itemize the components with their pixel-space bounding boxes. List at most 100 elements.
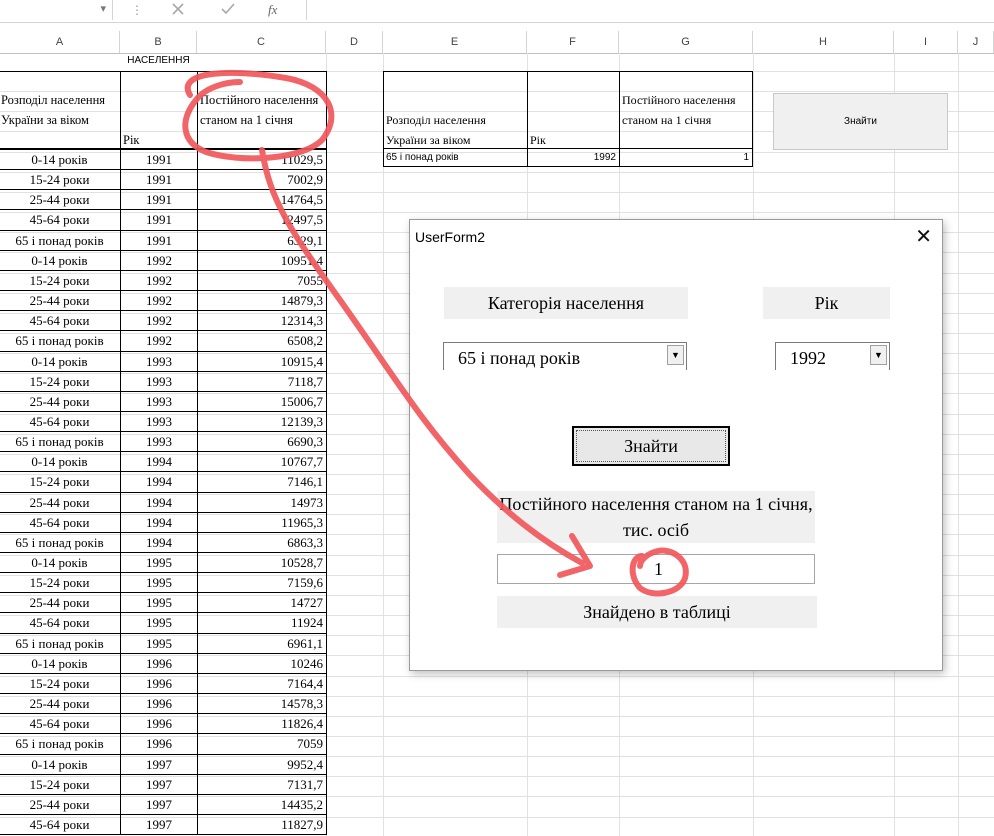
dropdown-arrow-icon[interactable]: ▼ bbox=[667, 345, 684, 365]
category-combobox[interactable]: 65 і понад років ▼ bbox=[443, 342, 687, 370]
cell-category[interactable]: 15-24 роки bbox=[0, 371, 121, 392]
cell-category[interactable]: 65 і понад років bbox=[0, 532, 121, 553]
cell-year[interactable]: 1995 bbox=[120, 612, 198, 634]
cell-value[interactable]: 12497,5 bbox=[197, 209, 327, 231]
cell-category[interactable]: 25-44 роки bbox=[0, 693, 121, 714]
cell-value[interactable]: 11965,3 bbox=[197, 512, 327, 533]
cell-value[interactable]: 7059 bbox=[197, 733, 327, 755]
cell-year[interactable]: 1994 bbox=[120, 471, 198, 493]
cell-year[interactable]: 1993 bbox=[120, 351, 198, 372]
cell-year[interactable]: 1993 bbox=[120, 371, 198, 392]
result-value-f[interactable]: 1992 bbox=[527, 148, 620, 167]
cell-category[interactable]: 65 і понад років bbox=[0, 633, 121, 654]
cell-year[interactable]: 1996 bbox=[120, 733, 198, 755]
cell-value[interactable]: 11826,4 bbox=[197, 713, 327, 734]
cell-value[interactable]: 15006,7 bbox=[197, 391, 327, 412]
sheet-find-button[interactable]: Знайти bbox=[773, 93, 948, 150]
cell-year[interactable]: 1994 bbox=[120, 492, 198, 513]
cell-category[interactable]: 15-24 роки bbox=[0, 169, 121, 190]
result-value-g[interactable]: 1 bbox=[619, 148, 753, 167]
cell-category[interactable]: 15-24 роки bbox=[0, 572, 121, 593]
cell-value[interactable]: 10528,7 bbox=[197, 552, 327, 573]
close-icon[interactable] bbox=[171, 0, 185, 20]
cell-year[interactable]: 1994 bbox=[120, 451, 198, 472]
cell-value[interactable]: 7164,4 bbox=[197, 673, 327, 694]
cell-value[interactable]: 6690,3 bbox=[197, 431, 327, 452]
find-button[interactable]: Знайти bbox=[572, 426, 730, 466]
cell-year[interactable]: 1994 bbox=[120, 532, 198, 553]
column-header-b[interactable]: B bbox=[120, 31, 197, 53]
cell-value[interactable]: 12314,3 bbox=[197, 310, 327, 331]
cell-category[interactable]: 45-64 роки bbox=[0, 713, 121, 734]
cell-category[interactable]: 15-24 роки bbox=[0, 270, 121, 291]
cell-value[interactable]: 10915,4 bbox=[197, 351, 327, 372]
cell-year[interactable]: 1996 bbox=[120, 713, 198, 734]
cell-year[interactable]: 1992 bbox=[120, 270, 198, 291]
cell-year[interactable]: 1996 bbox=[120, 673, 198, 694]
cell-category[interactable]: 0-14 років bbox=[0, 250, 121, 271]
cell-value[interactable]: 12139,3 bbox=[197, 411, 327, 432]
cell-category[interactable]: 25-44 роки bbox=[0, 189, 121, 210]
cell-year[interactable]: 1992 bbox=[120, 310, 198, 331]
cell-year[interactable]: 1997 bbox=[120, 774, 198, 795]
cell-value[interactable]: 14727 bbox=[197, 592, 327, 613]
cell-category[interactable]: 25-44 роки bbox=[0, 290, 121, 311]
cell-category[interactable]: 25-44 роки bbox=[0, 592, 121, 613]
cell-year[interactable]: 1993 bbox=[120, 391, 198, 412]
cell-value[interactable]: 14764,5 bbox=[197, 189, 327, 210]
close-icon[interactable]: ✕ bbox=[915, 224, 932, 249]
cell-category[interactable]: 65 і понад років bbox=[0, 230, 121, 251]
cell-year[interactable]: 1995 bbox=[120, 572, 198, 593]
cell-year[interactable]: 1995 bbox=[120, 552, 198, 573]
cell-value[interactable]: 14578,3 bbox=[197, 693, 327, 714]
column-header-f[interactable]: F bbox=[527, 31, 619, 53]
formula-input[interactable] bbox=[306, 0, 994, 20]
column-header-c[interactable]: C bbox=[197, 31, 326, 53]
cell-value[interactable]: 7118,7 bbox=[197, 371, 327, 392]
cell-year[interactable]: 1997 bbox=[120, 814, 198, 835]
cell-year[interactable]: 1994 bbox=[120, 512, 198, 533]
cell-value[interactable]: 7055 bbox=[197, 270, 327, 291]
cell-value[interactable]: 10767,7 bbox=[197, 451, 327, 472]
cell-year[interactable]: 1991 bbox=[120, 230, 198, 251]
cell-category[interactable]: 65 і понад років bbox=[0, 733, 121, 755]
cell-category[interactable]: 0-14 років bbox=[0, 653, 121, 674]
cell-category[interactable]: 0-14 років bbox=[0, 351, 121, 372]
cell-value[interactable]: 6508,2 bbox=[197, 330, 327, 352]
cell-value[interactable]: 7159,6 bbox=[197, 572, 327, 593]
cell-category[interactable]: 0-14 років bbox=[0, 552, 121, 573]
cell-value[interactable]: 11029,5 bbox=[197, 149, 327, 170]
cell-value[interactable]: 11924 bbox=[197, 612, 327, 634]
column-header-e[interactable]: E bbox=[383, 31, 527, 53]
cell-year[interactable]: 1993 bbox=[120, 431, 198, 452]
cell-year[interactable]: 1991 bbox=[120, 209, 198, 231]
column-header-g[interactable]: G bbox=[619, 31, 753, 53]
cell-category[interactable]: 15-24 роки bbox=[0, 471, 121, 493]
cell-year[interactable]: 1995 bbox=[120, 592, 198, 613]
name-box[interactable]: ▾ bbox=[0, 0, 113, 20]
cell-year[interactable]: 1995 bbox=[120, 633, 198, 654]
cell-year[interactable]: 1993 bbox=[120, 411, 198, 432]
cell-category[interactable]: 45-64 роки bbox=[0, 512, 121, 533]
cell-value[interactable]: 14435,2 bbox=[197, 794, 327, 815]
cell-value[interactable]: 6329,1 bbox=[197, 230, 327, 251]
check-icon[interactable] bbox=[220, 0, 236, 20]
cell-year[interactable]: 1992 bbox=[120, 330, 198, 352]
cell-value[interactable]: 9952,4 bbox=[197, 754, 327, 775]
cell-value[interactable]: 7002,9 bbox=[197, 169, 327, 190]
cell-value[interactable]: 14973 bbox=[197, 492, 327, 513]
cell-year[interactable]: 1991 bbox=[120, 149, 198, 170]
cell-category[interactable]: 0-14 років bbox=[0, 451, 121, 472]
cell-year[interactable]: 1996 bbox=[120, 653, 198, 674]
result-textbox[interactable]: 1 bbox=[497, 554, 815, 584]
cell-category[interactable]: 0-14 років bbox=[0, 149, 121, 170]
more-options-icon[interactable]: ⋮ bbox=[131, 0, 143, 20]
cell-year[interactable]: 1992 bbox=[120, 250, 198, 271]
cell-category[interactable]: 65 і понад років bbox=[0, 330, 121, 352]
column-header-a[interactable]: A bbox=[0, 31, 120, 53]
cell-category[interactable]: 15-24 роки bbox=[0, 774, 121, 795]
function-icon[interactable]: fx bbox=[268, 0, 277, 20]
year-combobox[interactable]: 1992 ▼ bbox=[775, 342, 890, 370]
cell-category[interactable]: 25-44 роки bbox=[0, 794, 121, 815]
cell-category[interactable]: 45-64 роки bbox=[0, 310, 121, 331]
